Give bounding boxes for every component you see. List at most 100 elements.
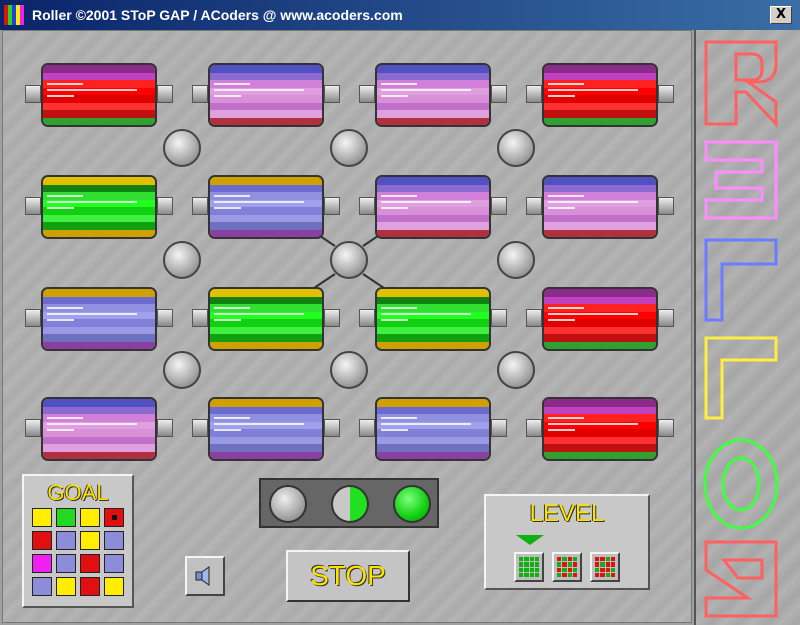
sound-toggle-button[interactable]: [185, 556, 225, 596]
roller-logo-panel: [694, 30, 800, 625]
roller-markings: [548, 195, 638, 215]
roller-axle: [192, 419, 208, 437]
goal-title: GOAL: [47, 480, 109, 505]
rotate-knob-1-2[interactable]: [330, 129, 368, 167]
roller-2-4: [526, 175, 674, 239]
roller-1-3: [359, 63, 507, 127]
roller-3-1: [25, 287, 173, 351]
roller-2-3: [359, 175, 507, 239]
roller-axle: [526, 85, 542, 103]
roller-axle: [157, 309, 173, 327]
roller-3-3: [359, 287, 507, 351]
roller-markings: [548, 307, 638, 327]
goal-cell: [80, 554, 100, 573]
logo-letter-o: [703, 438, 779, 530]
roller-markings: [214, 417, 304, 437]
logo-letter-l-1: [704, 238, 778, 322]
roller-axle: [157, 197, 173, 215]
roller-1-1: [25, 63, 173, 127]
logo-letter-r-bottom: [704, 540, 778, 618]
roller-axle: [25, 197, 41, 215]
progress-light-full: [393, 485, 431, 523]
progress-lights: [259, 478, 439, 528]
rotate-knob-2-2[interactable]: [330, 241, 368, 279]
roller-1-4: [526, 63, 674, 127]
roller-axle: [491, 197, 507, 215]
close-button[interactable]: X: [770, 6, 792, 24]
goal-cell: [104, 554, 124, 573]
progress-light-empty: [269, 485, 307, 523]
roller-axle: [359, 309, 375, 327]
roller-markings: [47, 417, 137, 437]
rotate-knob-3-1[interactable]: [163, 351, 201, 389]
goal-cell: [80, 508, 100, 527]
roller-axle: [192, 85, 208, 103]
roller-axle: [658, 85, 674, 103]
title-bar: Roller ©2001 SToP GAP / ACoders @ www.ac…: [0, 0, 800, 30]
goal-cell: [80, 531, 100, 550]
goal-cell: [56, 508, 76, 527]
goal-cell: [104, 577, 124, 596]
goal-cell: [56, 554, 76, 573]
rotate-knob-3-3[interactable]: [497, 351, 535, 389]
stop-button[interactable]: STOP: [286, 550, 410, 602]
rotate-knob-1-3[interactable]: [497, 129, 535, 167]
goal-cell: [104, 531, 124, 550]
roller-4-4: [526, 397, 674, 461]
roller-4-1: [25, 397, 173, 461]
roller-axle: [157, 419, 173, 437]
roller-axle: [192, 197, 208, 215]
level-panel: LEVEL: [484, 494, 650, 590]
roller-markings: [548, 417, 638, 437]
rotate-knob-2-1[interactable]: [163, 241, 201, 279]
goal-grid: [32, 508, 124, 596]
roller-4-3: [359, 397, 507, 461]
roller-axle: [192, 309, 208, 327]
roller-2-2: [192, 175, 340, 239]
logo-letter-r-top: [704, 40, 778, 128]
level-button-1[interactable]: [514, 552, 544, 582]
level-title: LEVEL: [529, 500, 605, 527]
rotate-knob-2-3[interactable]: [497, 241, 535, 279]
roller-3-4: [526, 287, 674, 351]
roller-3-2: [192, 287, 340, 351]
rotate-knob-3-2[interactable]: [330, 351, 368, 389]
level-button-3[interactable]: [590, 552, 620, 582]
speaker-icon: [195, 566, 210, 586]
goal-cell: [32, 554, 52, 573]
goal-cell: [56, 577, 76, 596]
roller-markings: [381, 307, 471, 327]
app-icon: [4, 5, 24, 25]
roller-axle: [658, 197, 674, 215]
roller-2-1: [25, 175, 173, 239]
roller-markings: [214, 83, 304, 103]
goal-cell: [104, 508, 124, 527]
goal-cell: [32, 508, 52, 527]
roller-4-2: [192, 397, 340, 461]
roller-axle: [157, 85, 173, 103]
roller-axle: [324, 197, 340, 215]
roller-markings: [47, 195, 137, 215]
roller-markings: [381, 195, 471, 215]
roller-1-2: [192, 63, 340, 127]
level-button-2[interactable]: [552, 552, 582, 582]
roller-axle: [526, 197, 542, 215]
roller-axle: [658, 309, 674, 327]
goal-cell: [32, 577, 52, 596]
rotate-knob-1-1[interactable]: [163, 129, 201, 167]
logo-letter-l-2: [704, 336, 778, 420]
roller-markings: [548, 83, 638, 103]
roller-axle: [526, 309, 542, 327]
roller-axle: [25, 85, 41, 103]
roller-axle: [491, 419, 507, 437]
goal-cell: [56, 531, 76, 550]
roller-axle: [359, 85, 375, 103]
roller-logo: [703, 40, 779, 618]
roller-axle: [324, 85, 340, 103]
roller-markings: [47, 83, 137, 103]
roller-axle: [25, 309, 41, 327]
roller-axle: [526, 419, 542, 437]
roller-axle: [359, 197, 375, 215]
roller-axle: [491, 85, 507, 103]
roller-markings: [47, 307, 137, 327]
